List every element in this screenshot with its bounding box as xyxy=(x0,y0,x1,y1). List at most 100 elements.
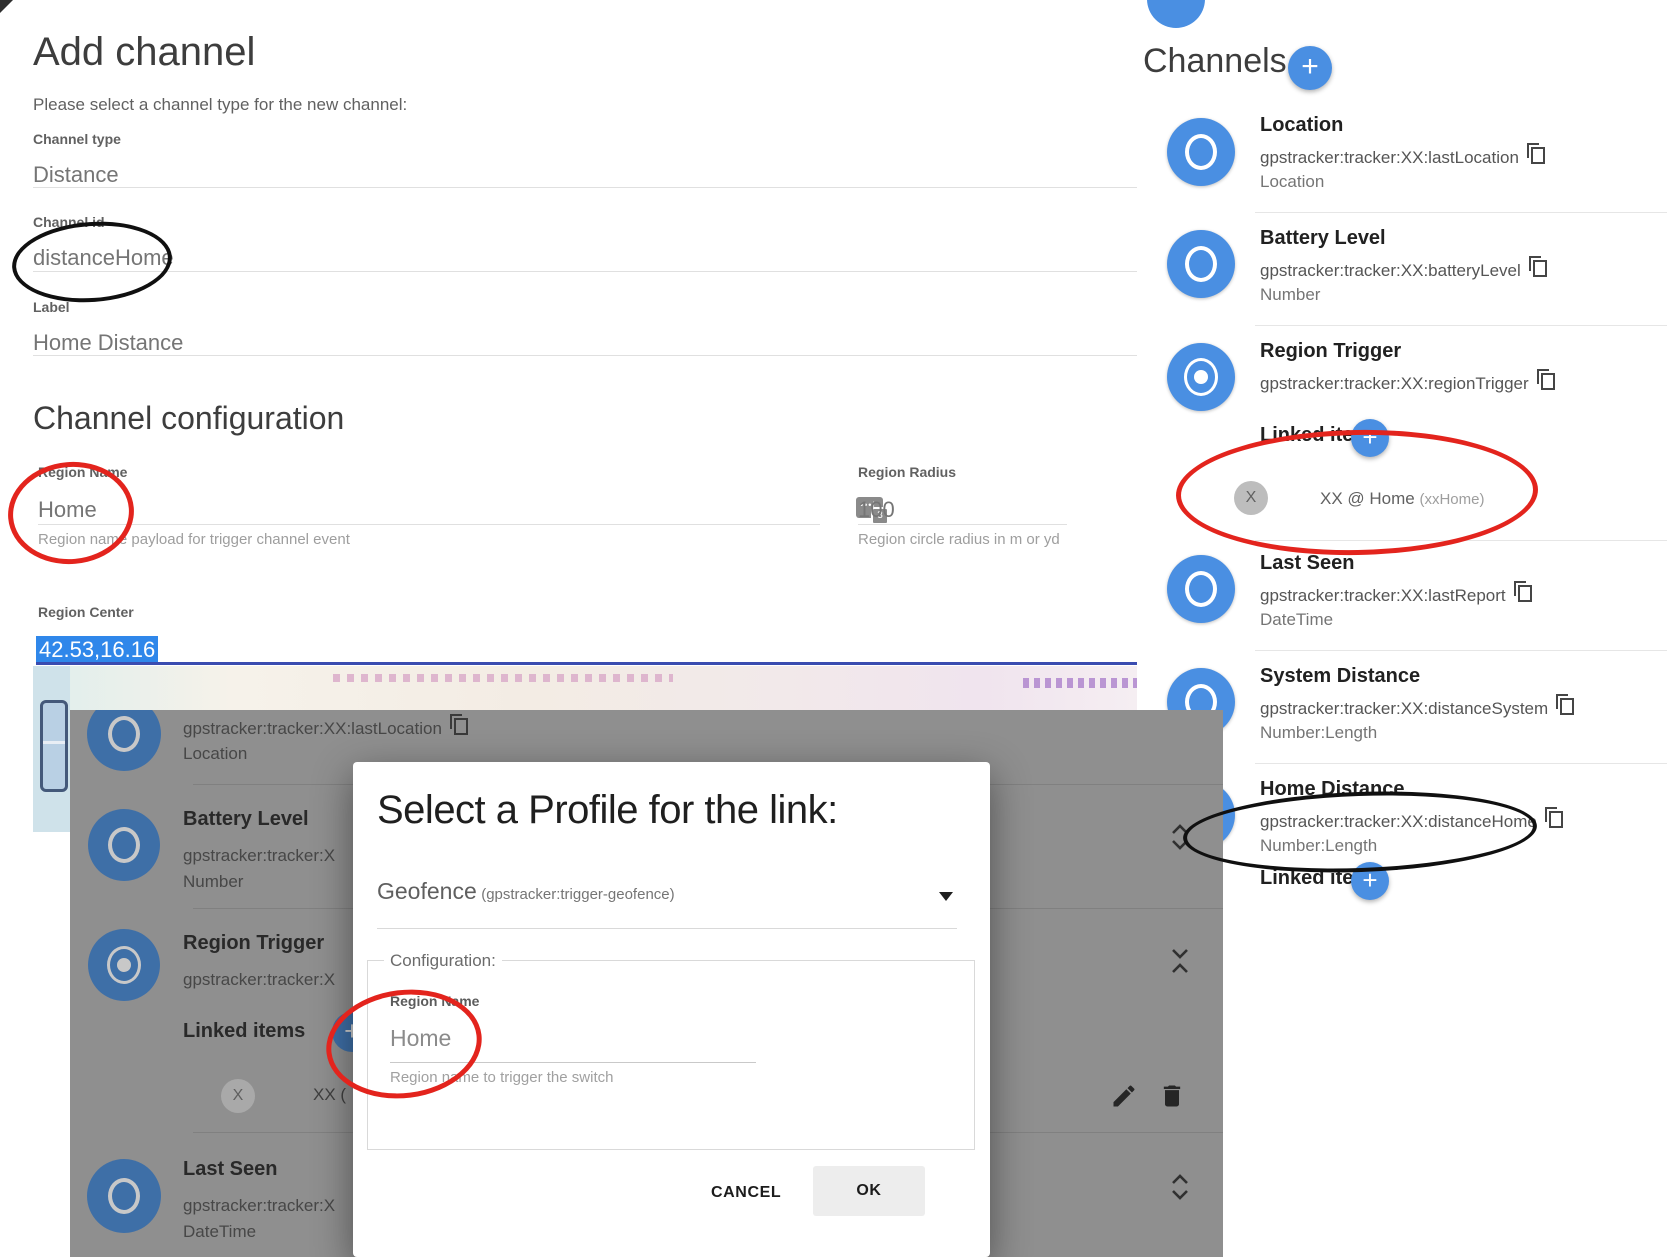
copy-icon[interactable] xyxy=(1541,373,1555,390)
expand-row-icon xyxy=(1168,822,1192,852)
circle-dot-icon xyxy=(1184,358,1218,396)
channel-title: Battery Level xyxy=(183,808,309,831)
profile-select-value: Geofence xyxy=(377,878,477,904)
profile-select-uid: (gpstracker:trigger-geofence) xyxy=(481,886,674,903)
channel-title: System Distance xyxy=(1260,665,1420,688)
region-name-underline xyxy=(38,524,820,525)
region-name-label: Region Name xyxy=(38,464,127,480)
circle-outline-icon xyxy=(1185,571,1217,607)
channel-kind-icon xyxy=(1167,118,1235,186)
channel-title: Location xyxy=(1260,114,1343,137)
region-radius-hint: Region circle radius in m or yd xyxy=(858,531,1060,548)
channel-type-underline xyxy=(33,187,1137,188)
configuration-fieldset: Configuration: Region Name Home Region n… xyxy=(367,960,975,1150)
copy-icon[interactable] xyxy=(1560,698,1574,715)
channel-type-field[interactable]: Distance xyxy=(33,162,119,188)
channel-title: Region Trigger xyxy=(1260,340,1401,363)
region-radius-field[interactable]: 100 xyxy=(858,497,895,523)
region-name-field[interactable]: Home xyxy=(38,497,97,523)
linked-item-avatar: X xyxy=(1234,481,1268,515)
chevron-down-icon xyxy=(939,892,953,901)
channel-kind-icon xyxy=(87,710,161,771)
window-corner-mark xyxy=(0,0,13,13)
channel-uid: gpstracker:tracker:XX:batteryLevel xyxy=(1260,260,1547,281)
channel-kind-icon xyxy=(1167,555,1235,623)
channel-title: Battery Level xyxy=(1260,227,1386,250)
channel-title: Home Distance xyxy=(1260,778,1405,801)
linked-item-row[interactable]: X XX @ Home (xxHome) xyxy=(1234,481,1654,521)
channel-type: Number:Length xyxy=(1260,723,1377,743)
copy-icon xyxy=(454,718,468,735)
channel-uid: gpstracker:tracker:X xyxy=(183,1196,335,1216)
channel-kind-icon xyxy=(87,1159,161,1233)
channel-type: Location xyxy=(183,744,247,764)
channel-type-label: Channel type xyxy=(33,131,121,147)
circle-outline-icon xyxy=(1185,134,1217,170)
channel-title: Last Seen xyxy=(183,1158,277,1181)
add-linked-item-button[interactable]: + xyxy=(1351,419,1389,457)
region-radius-label: Region Radius xyxy=(858,464,956,480)
channel-uid: gpstracker:tracker:X xyxy=(183,846,335,866)
cancel-button[interactable]: CANCEL xyxy=(693,1170,799,1216)
label-label: Label xyxy=(33,299,70,315)
page: Add channel Please select a channel type… xyxy=(0,0,1670,1257)
channel-type: Location xyxy=(1260,172,1324,192)
channel-type: DateTime xyxy=(183,1222,256,1242)
channel-kind-icon xyxy=(1167,230,1235,298)
copy-icon[interactable] xyxy=(1531,147,1545,164)
copy-icon[interactable] xyxy=(1518,585,1532,602)
channel-kind-icon xyxy=(1167,343,1235,411)
channel-title: Last Seen xyxy=(1260,552,1354,575)
linked-items-heading: Linked items xyxy=(183,1020,305,1043)
fieldset-legend: Configuration: xyxy=(384,951,502,971)
label-field[interactable]: Home Distance xyxy=(33,330,183,356)
channel-id-field[interactable]: distanceHome xyxy=(33,245,174,271)
channels-panel-title: Channels xyxy=(1143,42,1287,81)
region-radius-underline xyxy=(858,524,1067,525)
cut-off-fab-icon xyxy=(1147,0,1205,28)
profile-dialog: Select a Profile for the link: Geofence … xyxy=(353,762,990,1257)
channel-uid: gpstracker:tracker:XX:lastLocation xyxy=(183,718,468,739)
region-center-field[interactable]: 42.53,16.16 xyxy=(36,637,158,663)
map-zoom-control[interactable] xyxy=(40,700,68,792)
map-preview-strip xyxy=(33,666,1137,712)
channel-uid: gpstracker:tracker:XX:distanceSystem xyxy=(1260,698,1574,719)
region-name-hint: Region name payload for trigger channel … xyxy=(38,531,350,548)
page-subtitle: Please select a channel type for the new… xyxy=(33,95,407,115)
channel-id-label: Channel id xyxy=(33,214,105,230)
linked-item-label: XX @ Home (xxHome) xyxy=(1320,489,1484,509)
map-preview-left xyxy=(33,666,70,832)
region-center-label: Region Center xyxy=(38,604,134,620)
channel-type: Number xyxy=(1260,285,1320,305)
delete-trash-icon xyxy=(1158,1082,1186,1110)
copy-icon[interactable] xyxy=(1533,260,1547,277)
add-channel-button[interactable]: + xyxy=(1288,46,1332,90)
channel-type: DateTime xyxy=(1260,610,1333,630)
region-center-selected-text: 42.53,16.16 xyxy=(36,636,158,663)
channel-uid: gpstracker:tracker:X xyxy=(183,970,335,990)
add-linked-item-button[interactable]: + xyxy=(1351,862,1389,900)
linked-item-label: XX ( xyxy=(313,1085,346,1105)
ok-button[interactable]: OK xyxy=(813,1166,925,1216)
channel-id-underline xyxy=(33,271,1137,272)
copy-icon[interactable] xyxy=(1549,811,1563,828)
channel-uid: gpstracker:tracker:XX:regionTrigger xyxy=(1260,373,1555,394)
channel-uid: gpstracker:tracker:XX:lastReport xyxy=(1260,585,1532,606)
channel-type: Number:Length xyxy=(1260,836,1377,856)
channel-kind-icon xyxy=(88,809,160,881)
dialog-region-name-field[interactable]: Home xyxy=(390,1025,451,1052)
edit-pencil-icon xyxy=(1110,1082,1138,1110)
channel-title: Region Trigger xyxy=(183,932,324,955)
dialog-title: Select a Profile for the link: xyxy=(377,788,838,833)
channel-type: Number xyxy=(183,872,243,892)
channel-kind-icon xyxy=(88,929,160,1001)
dialog-region-name-label: Region Name xyxy=(390,993,479,1009)
channel-uid: gpstracker:tracker:XX:lastLocation xyxy=(1260,147,1545,168)
linked-item-avatar: X xyxy=(221,1079,255,1113)
page-title: Add channel xyxy=(33,30,255,75)
circle-outline-icon xyxy=(1185,246,1217,282)
expand-row-icon xyxy=(1168,1172,1192,1202)
profile-select[interactable]: Geofence (gpstracker:trigger-geofence) xyxy=(377,878,957,930)
region-center-focus-underline xyxy=(36,662,1137,665)
channel-config-title: Channel configuration xyxy=(33,400,344,437)
